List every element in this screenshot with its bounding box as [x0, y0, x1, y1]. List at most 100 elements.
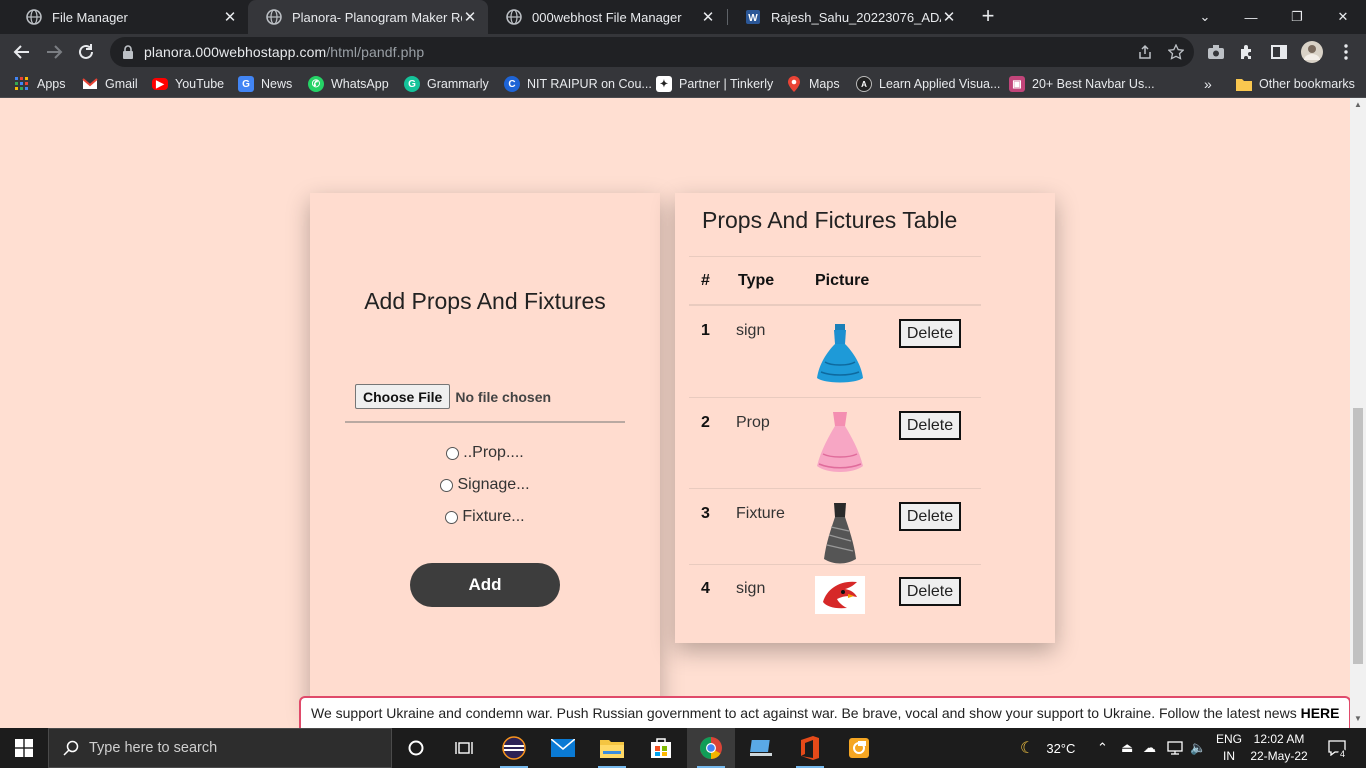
delete-button[interactable]: Delete	[899, 502, 961, 531]
input-language-indicator[interactable]: ENG IN	[1212, 731, 1246, 765]
search-placeholder: Type here to search	[89, 740, 218, 756]
side-panel-icon[interactable]	[1269, 42, 1289, 62]
radio-button[interactable]	[440, 478, 454, 492]
close-icon[interactable]: ✕	[941, 8, 957, 26]
whatsapp-icon: ✆	[308, 76, 324, 92]
file-explorer-icon[interactable]	[588, 728, 636, 768]
tab-planora[interactable]: Planora- Planogram Maker Regis ✕	[248, 0, 488, 34]
page-scrollbar[interactable]: ▲ ▼	[1350, 98, 1366, 728]
onedrive-cloud-icon[interactable]: ☁	[1143, 728, 1156, 768]
back-arrow-icon[interactable]	[8, 38, 36, 66]
network-icon[interactable]	[1167, 728, 1183, 768]
notification-center-icon[interactable]: 4	[1322, 728, 1352, 768]
laptop-app-icon[interactable]	[737, 728, 785, 768]
file-input[interactable]: Choose File No file chosen	[355, 384, 551, 409]
eclipse-app-icon[interactable]	[490, 728, 538, 768]
restore-icon[interactable]: ❐	[1274, 0, 1320, 34]
tab-word-doc[interactable]: W Rajesh_Sahu_20223076_ADA_Ter ✕	[727, 0, 967, 34]
radio-button[interactable]	[445, 510, 459, 524]
bookmark-navbar[interactable]: ▣ 20+ Best Navbar Us...	[1009, 75, 1155, 93]
form-title: Add Props And Fixtures	[364, 288, 606, 314]
show-hidden-icons-chevron-icon[interactable]: ⌃	[1097, 728, 1108, 768]
add-button[interactable]: Add	[410, 563, 560, 607]
close-icon[interactable]: ✕	[222, 8, 238, 26]
table-title: Props And Fictures Table	[702, 207, 958, 233]
bookmark-apps[interactable]: Apps	[14, 75, 66, 93]
bookmark-gmail[interactable]: Gmail	[82, 75, 138, 93]
address-bar[interactable]: planora.000webhostapp.com/html/pandf.php	[110, 37, 1194, 67]
bookmark-learn-applied[interactable]: A Learn Applied Visua...	[856, 75, 1000, 93]
dark-dress-image	[824, 503, 856, 564]
bookmark-youtube[interactable]: ▶ YouTube	[152, 75, 224, 93]
windows-start-icon[interactable]	[0, 728, 48, 768]
bookmark-nit-raipur[interactable]: C NIT RAIPUR on Cou...	[504, 75, 652, 93]
moon-icon: ☾	[1020, 740, 1035, 757]
bookmark-label: Maps	[809, 77, 840, 91]
minimize-icon[interactable]: —	[1228, 0, 1274, 34]
usb-device-icon[interactable]: ⏏	[1121, 728, 1133, 768]
youtube-icon: ▶	[152, 78, 168, 90]
delete-button[interactable]: Delete	[899, 577, 961, 606]
search-icon	[63, 740, 79, 756]
tab-000webhost[interactable]: 000webhost File Manager ✕	[488, 0, 726, 34]
microsoft-store-icon[interactable]	[637, 728, 685, 768]
word-icon: W	[746, 10, 760, 24]
tab-file-manager[interactable]: File Manager ✕	[8, 0, 248, 34]
delete-button[interactable]: Delete	[899, 319, 961, 348]
bookmark-tinkerly[interactable]: ✦ Partner | Tinkerly	[656, 75, 773, 93]
row-number: 3	[701, 505, 710, 522]
scrollbar-thumb[interactable]	[1353, 408, 1363, 664]
scroll-up-arrow-icon[interactable]: ▲	[1350, 98, 1366, 112]
bookmark-other-folder[interactable]: Other bookmarks	[1236, 75, 1355, 93]
clock[interactable]: 12:02 AM 22-May-22	[1248, 731, 1310, 765]
task-view-icon[interactable]	[440, 728, 488, 768]
profile-avatar[interactable]	[1300, 40, 1324, 64]
bookmarks-bar: Apps Gmail ▶ YouTube G News ✆ WhatsApp G…	[0, 70, 1366, 98]
mail-icon[interactable]	[539, 728, 587, 768]
google-news-icon: G	[238, 76, 254, 92]
more-menu-icon[interactable]	[1336, 42, 1356, 62]
bookmark-news[interactable]: G News	[238, 75, 292, 93]
volume-icon[interactable]: 🔈	[1190, 728, 1206, 768]
forward-arrow-icon[interactable]	[40, 38, 68, 66]
bookmark-whatsapp[interactable]: ✆ WhatsApp	[308, 75, 389, 93]
radio-option-prop[interactable]: ..Prop....	[310, 444, 660, 462]
window-close-icon[interactable]: ✕	[1320, 0, 1366, 34]
banner-here-link[interactable]: HERE	[1301, 705, 1340, 721]
radio-button[interactable]	[446, 446, 460, 460]
more-bookmarks-chevron-icon[interactable]: »	[1204, 75, 1212, 93]
table-divider	[689, 304, 981, 306]
radio-option-signage[interactable]: Signage...	[310, 476, 660, 494]
tab-search-chevron-icon[interactable]: ⌄	[1182, 0, 1228, 34]
sticky-app-icon[interactable]	[835, 728, 883, 768]
new-tab-plus-icon[interactable]: +	[977, 5, 999, 27]
share-icon[interactable]	[1134, 41, 1156, 63]
delete-button[interactable]: Delete	[899, 411, 961, 440]
page-viewport: Add Props And Fixtures Choose File No fi…	[0, 98, 1366, 728]
coursera-icon: C	[504, 76, 520, 92]
browser-tab-strip: File Manager ✕ Planora- Planogram Maker …	[0, 0, 1366, 34]
bookmark-grammarly[interactable]: G Grammarly	[404, 75, 489, 93]
weather-widget[interactable]: ☾ 32°C	[1020, 728, 1075, 768]
temperature-text: 32°C	[1046, 740, 1076, 756]
scroll-down-arrow-icon[interactable]: ▼	[1350, 712, 1366, 726]
close-icon[interactable]: ✕	[462, 8, 478, 26]
bookmark-maps[interactable]: Maps	[786, 75, 840, 93]
bookmark-star-icon[interactable]	[1165, 41, 1187, 63]
row-type: sign	[736, 580, 766, 597]
chrome-icon[interactable]	[687, 728, 735, 768]
bookmark-label: NIT RAIPUR on Cou...	[527, 77, 652, 91]
tab-title: Planora- Planogram Maker Regis	[292, 9, 462, 25]
maps-pin-icon	[786, 76, 802, 92]
cortana-circle-icon[interactable]	[392, 728, 440, 768]
choose-file-button[interactable]: Choose File	[355, 384, 451, 409]
close-icon[interactable]: ✕	[700, 8, 716, 26]
extensions-puzzle-icon[interactable]	[1237, 42, 1257, 62]
column-header-type: Type	[738, 272, 775, 289]
taskbar-search-box[interactable]: Type here to search	[48, 728, 392, 768]
reload-icon[interactable]	[72, 38, 100, 66]
camera-extension-icon[interactable]	[1206, 42, 1226, 62]
props-table-card: Props And Fictures Table # Type Picture …	[675, 193, 1055, 643]
office-icon[interactable]	[786, 728, 834, 768]
radio-option-fixture[interactable]: Fixture...	[310, 508, 660, 526]
